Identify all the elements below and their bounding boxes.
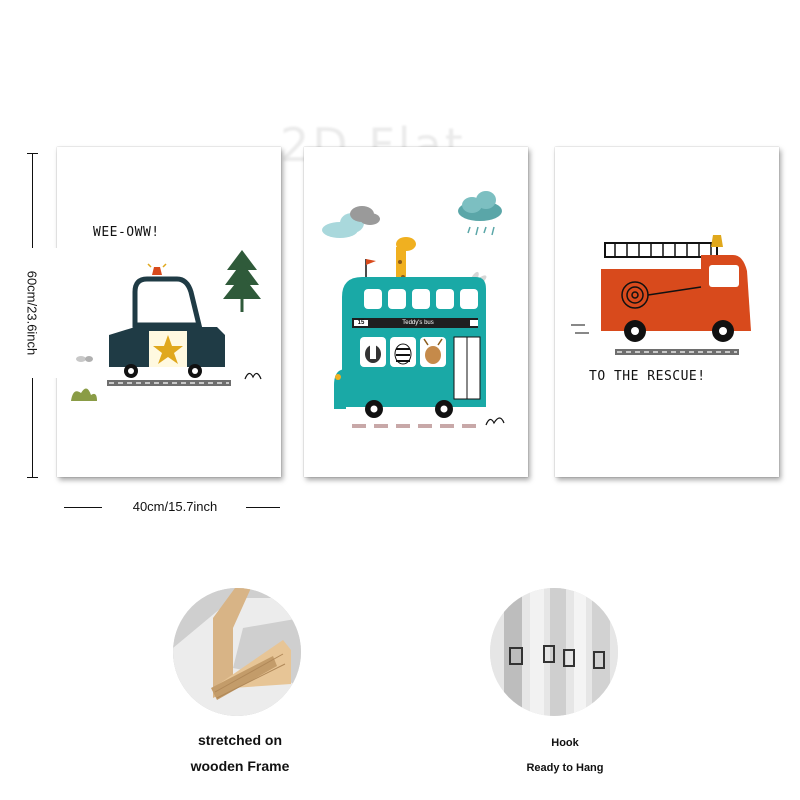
- height-dimension-cap-bottom: [27, 477, 38, 478]
- bus-icon: [334, 277, 486, 418]
- police-car-icon: [109, 276, 225, 378]
- bus-route-number: 15: [357, 320, 365, 326]
- poster-caption: TO THE RESCUE!: [589, 369, 706, 384]
- poster-double-decker-bus: 15 Teddy's bus: [304, 147, 528, 477]
- hook-icon: [490, 588, 618, 716]
- width-dimension-label: 40cm/15.7inch: [132, 499, 218, 514]
- zebra-icon: [394, 343, 412, 365]
- police-car-illustration: [71, 250, 262, 401]
- height-dimension-cap-top: [27, 153, 38, 154]
- fire-truck-icon: [601, 235, 751, 342]
- feature-caption-line1: stretched on: [197, 732, 282, 748]
- rain-cloud-icon: [458, 191, 502, 236]
- poster-police-car: WEE-OWW!: [57, 147, 281, 477]
- pine-tree-icon: [223, 250, 261, 312]
- width-dimension-line-right: [246, 507, 280, 508]
- bush-icon: [71, 388, 97, 401]
- height-dimension-label: 60cm/23.6inch: [6, 248, 58, 378]
- bus-illustration: [322, 191, 505, 428]
- width-dimension-line-left: [64, 507, 102, 508]
- siren-icon: [152, 267, 162, 275]
- wooden-frame-corner-icon: [173, 588, 301, 716]
- siren-icon: [711, 235, 723, 247]
- poster-caption: WEE-OWW!: [93, 225, 160, 240]
- badger-icon: [365, 345, 381, 363]
- bus-destination-sign: Teddy's bus: [402, 320, 434, 326]
- fire-truck-illustration: [571, 235, 751, 355]
- poster-fire-truck: TO THE RESCUE!: [555, 147, 779, 477]
- feature-caption-line2: Ready to Hang: [526, 762, 604, 774]
- cloud-icon: [322, 206, 380, 238]
- flag-icon: [366, 259, 376, 265]
- feature-caption-line1: Hook: [551, 737, 579, 749]
- feature-caption-line2: wooden Frame: [190, 758, 290, 774]
